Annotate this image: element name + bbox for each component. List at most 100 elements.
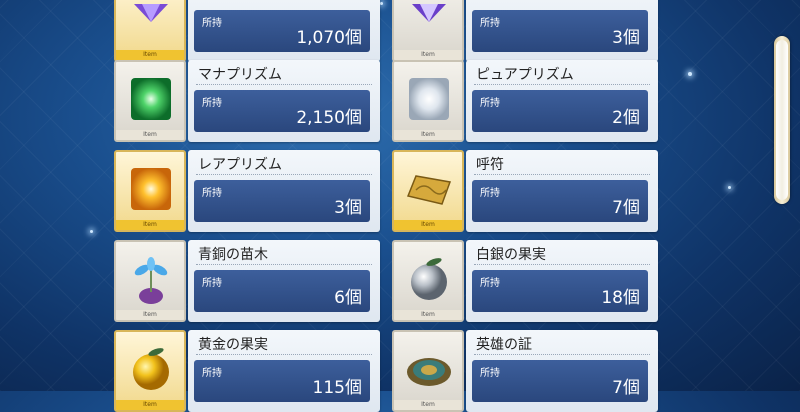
quantity-box: 所持 18個 (472, 270, 648, 312)
divider (474, 264, 650, 265)
item-thumbnail: Item (114, 330, 186, 412)
item-card[interactable]: Item 所持 3個 (392, 0, 658, 62)
item-card-pure-prism[interactable]: Item ピュアプリズム 所持 2個 (392, 60, 658, 142)
item-thumbnail: Item (114, 0, 186, 62)
item-name: レアプリズム (198, 157, 282, 173)
item-card-summon-ticket[interactable]: Item 呼符 所持 7個 (392, 150, 658, 232)
divider (474, 354, 650, 355)
item-name: 黄金の果実 (198, 337, 268, 353)
item-tag: Item (116, 50, 184, 60)
item-tag: Item (394, 400, 462, 410)
item-name: 青銅の苗木 (198, 247, 268, 263)
heroic-proof-icon (407, 358, 451, 386)
item-tag: Item (116, 310, 184, 320)
divider (196, 174, 372, 175)
owned-label: 所持 (480, 368, 500, 379)
rare-prism-icon (131, 168, 171, 210)
owned-label: 所持 (202, 98, 222, 109)
owned-quantity: 6個 (334, 288, 362, 308)
item-tag: Item (394, 220, 462, 230)
mana-prism-icon (131, 78, 171, 120)
owned-label: 所持 (202, 18, 222, 29)
quantity-box: 所持 6個 (194, 270, 370, 312)
summon-ticket-icon (406, 175, 452, 205)
divider (474, 84, 650, 85)
item-name: マナプリズム (198, 67, 282, 83)
item-card-heroic-proof[interactable]: Item 英雄の証 所持 7個 (392, 330, 658, 412)
owned-quantity: 2,150個 (296, 108, 362, 128)
item-tag: Item (394, 130, 462, 140)
item-thumbnail: Item (392, 60, 464, 142)
item-panel: 所持 3個 (466, 0, 658, 62)
item-panel: レアプリズム 所持 3個 (188, 150, 380, 232)
sparkle (728, 186, 731, 189)
silver-fruit-icon (411, 258, 447, 300)
item-thumbnail: Item (114, 150, 186, 232)
owned-label: 所持 (480, 188, 500, 199)
owned-quantity: 3個 (612, 28, 640, 48)
item-panel: 白銀の果実 所持 18個 (466, 240, 658, 322)
divider (196, 264, 372, 265)
owned-label: 所持 (202, 278, 222, 289)
gem-purple-icon (412, 4, 446, 22)
item-name: 呼符 (476, 157, 504, 173)
owned-label: 所持 (202, 188, 222, 199)
quantity-box: 所持 1,070個 (194, 10, 370, 52)
item-card-bronze-sapling[interactable]: Item 青銅の苗木 所持 6個 (114, 240, 380, 322)
golden-fruit-icon (133, 348, 169, 390)
owned-label: 所持 (480, 18, 500, 29)
item-thumbnail: Item (392, 330, 464, 412)
item-thumbnail: Item (392, 150, 464, 232)
item-thumbnail: Item (392, 240, 464, 322)
sparkle (380, 2, 383, 5)
owned-quantity: 7個 (612, 378, 640, 398)
item-thumbnail: Item (114, 240, 186, 322)
item-card-golden-fruit[interactable]: Item 黄金の果実 所持 115個 (114, 330, 380, 412)
item-thumbnail: Item (114, 60, 186, 142)
owned-label: 所持 (202, 368, 222, 379)
bronze-sapling-icon (134, 257, 168, 304)
owned-quantity: 3個 (334, 198, 362, 218)
gem-purple-icon (134, 4, 168, 22)
item-tag: Item (116, 220, 184, 230)
owned-label: 所持 (480, 278, 500, 289)
item-panel: マナプリズム 所持 2,150個 (188, 60, 380, 142)
quantity-box: 所持 3個 (472, 10, 648, 52)
item-panel: ピュアプリズム 所持 2個 (466, 60, 658, 142)
item-card-mana-prism[interactable]: Item マナプリズム 所持 2,150個 (114, 60, 380, 142)
owned-label: 所持 (480, 98, 500, 109)
item-name: ピュアプリズム (476, 67, 574, 83)
sparkle (688, 72, 692, 76)
item-name: 英雄の証 (476, 337, 532, 353)
divider (196, 354, 372, 355)
sparkle (90, 230, 93, 233)
pure-prism-icon (409, 78, 449, 120)
item-tag: Item (116, 130, 184, 140)
item-thumbnail: Item (392, 0, 464, 62)
owned-quantity: 7個 (612, 198, 640, 218)
quantity-box: 所持 2個 (472, 90, 648, 132)
item-panel: 黄金の果実 所持 115個 (188, 330, 380, 412)
owned-quantity: 1,070個 (296, 28, 362, 48)
item-panel: 青銅の苗木 所持 6個 (188, 240, 380, 322)
item-tag: Item (394, 310, 462, 320)
quantity-box: 所持 115個 (194, 360, 370, 402)
item-panel: 英雄の証 所持 7個 (466, 330, 658, 412)
scrollbar-thumb[interactable] (776, 40, 788, 200)
item-card[interactable]: Item 所持 1,070個 (114, 0, 380, 62)
divider (196, 84, 372, 85)
item-card-silver-fruit[interactable]: Item 白銀の果実 所持 18個 (392, 240, 658, 322)
quantity-box: 所持 7個 (472, 180, 648, 222)
item-tag: Item (394, 50, 462, 60)
item-card-rare-prism[interactable]: Item レアプリズム 所持 3個 (114, 150, 380, 232)
quantity-box: 所持 7個 (472, 360, 648, 402)
owned-quantity: 2個 (612, 108, 640, 128)
quantity-box: 所持 3個 (194, 180, 370, 222)
owned-quantity: 18個 (601, 288, 640, 308)
divider (474, 174, 650, 175)
scrollbar[interactable] (774, 36, 790, 204)
item-panel: 所持 1,070個 (188, 0, 380, 62)
item-tag: Item (116, 400, 184, 410)
owned-quantity: 115個 (312, 378, 362, 398)
quantity-box: 所持 2,150個 (194, 90, 370, 132)
